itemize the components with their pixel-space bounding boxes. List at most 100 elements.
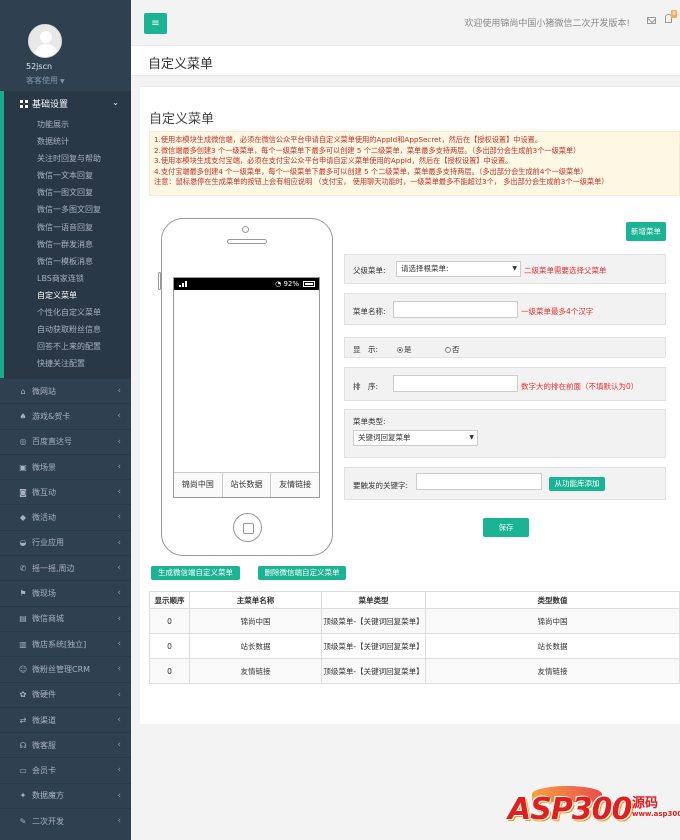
add-from-library-button[interactable]: 从功能库添加 <box>549 477 605 491</box>
sidebar-subitem[interactable]: 自定义菜单 <box>37 287 131 304</box>
display-yes-radio[interactable]: 是 <box>397 344 412 355</box>
main-area: ≡ 欢迎使用锦尚中国小猪微信二次开发版本! 8 自定义菜单 自定义菜单 1.使用… <box>131 0 680 840</box>
gamepad-icon: ♠ <box>19 411 27 421</box>
notice-line: 3.使用本模块生成支付宝端，必须在支付宝公众平台申请自定义菜单使用的AppId，… <box>154 156 513 166</box>
sidebar-subitem[interactable]: 微信一语音回复 <box>37 219 131 236</box>
order-input[interactable] <box>393 375 518 392</box>
sidebar-subitem[interactable]: 微信一图文回复 <box>37 184 131 201</box>
phone-menu-item[interactable]: 友情链接 <box>270 473 319 497</box>
display-yes-label: 是 <box>404 345 412 354</box>
avatar[interactable] <box>28 24 62 58</box>
table-header-cell: 主菜单名称 <box>189 591 322 609</box>
notice-line: 1.使用本模块生成微信端，必须在微信公众平台申请自定义菜单使用的AppId和Ap… <box>154 135 543 144</box>
sidebar-subitem[interactable]: 关注时回复与帮助 <box>37 150 131 167</box>
sidebar-subitem[interactable]: 数据统计 <box>37 133 131 150</box>
sidebar-subitem[interactable]: 功能展示 <box>37 116 131 133</box>
sidebar-item[interactable]: ☺ 微粉丝管理CRM ‹ <box>0 656 131 681</box>
chevron-left-icon: ‹ <box>117 461 121 472</box>
radio-unchecked-icon <box>445 347 451 353</box>
sidebar-item[interactable]: ✆ 摇一摇,周边 ‹ <box>0 555 131 580</box>
display-no-radio[interactable]: 否 <box>445 344 460 355</box>
sidebar-item[interactable]: ▭ 会员卡 ‹ <box>0 757 131 782</box>
phone-menu-item[interactable]: 站长数据 <box>221 473 271 497</box>
sidebar-item[interactable]: ◆ 微活动 ‹ <box>0 504 131 529</box>
sidebar-item[interactable]: ◙ 微互动 ‹ <box>0 479 131 504</box>
sidebar-subitem[interactable]: 微信一模板消息 <box>37 253 131 270</box>
menu-type-select[interactable]: 关键词回复菜单 ▼ <box>353 430 478 446</box>
table-row[interactable]: 0 锦尚中国 顶级菜单-【关键词回复菜单】 锦尚中国 <box>149 608 680 634</box>
sidebar-item[interactable]: ✦ 数据魔方 ‹ <box>0 782 131 808</box>
sidebar-subitem[interactable]: 回答不上来的配置 <box>37 338 131 355</box>
menu-toggle-button[interactable]: ≡ <box>144 13 167 34</box>
plugin-icon: ✿ <box>19 690 27 700</box>
sidebar-item[interactable]: ♠ 游戏&贺卡 ‹ <box>0 403 131 428</box>
sidebar-item[interactable]: ◎ 百度直达号 ‹ <box>0 428 131 454</box>
nav-group-head[interactable]: 基础设置 ⌄ <box>4 91 131 116</box>
sidebar-item-label: 微场景 <box>32 462 56 472</box>
menu-type-row: 菜单类型: 关键词回复菜单 ▼ <box>344 409 666 458</box>
topbar: ≡ 欢迎使用锦尚中国小猪微信二次开发版本! 8 <box>131 0 680 46</box>
menu-name-label: 菜单名称: <box>353 307 386 316</box>
generate-menu-button[interactable]: 生成微信端自定义菜单 <box>151 566 240 580</box>
caret-down-icon: ▼ <box>512 265 517 272</box>
shuffle-icon: ⇄ <box>19 715 27 725</box>
sidebar-subitem[interactable]: 微信一文本回复 <box>37 167 131 184</box>
menu-name-row: 菜单名称: 一级菜单最多4个汉字 <box>344 293 666 325</box>
sidebar-item[interactable]: ☊ 微客服 ‹ <box>0 732 131 757</box>
chevron-left-icon: ‹ <box>117 714 121 725</box>
chevron-left-icon: ‹ <box>117 436 121 447</box>
keyword-input[interactable] <box>416 473 542 490</box>
sidebar-item[interactable]: ▣ 微场景 ‹ <box>0 453 131 479</box>
mail-icon[interactable] <box>647 17 656 24</box>
chevron-left-icon: ‹ <box>117 613 121 624</box>
order-row: 排 序: 数字大的排在前面（不填默认为0） <box>344 367 666 401</box>
table-row[interactable]: 0 站长数据 顶级菜单-【关键词回复菜单】 站长数据 <box>149 633 680 659</box>
sidebar-item[interactable]: ▥ 微店系统[独立] ‹ <box>0 630 131 656</box>
chevron-left-icon: ‹ <box>117 790 121 801</box>
save-button[interactable]: 保存 <box>483 518 529 537</box>
sidebar: 52jscn 客客使用 ▼ 基础设置 ⌄ 功能展示 数据统计 关注时回复与帮助 微信一文… <box>0 0 131 840</box>
sidebar-item-label: 会员卡 <box>32 766 56 776</box>
table-row[interactable]: 0 友情链接 顶级菜单-【关键词回复菜单】 友情链接 <box>149 658 680 684</box>
sidebar-item-label: 游戏&贺卡 <box>32 411 71 421</box>
sidebar-item[interactable]: ⌂ 微网站 ‹ <box>0 378 131 403</box>
phone-statusbar: ◔ 92% <box>174 278 319 290</box>
headset-icon: ☊ <box>19 740 27 750</box>
sidebar-subitem[interactable]: 个性化自定义菜单 <box>37 304 131 321</box>
parent-menu-row: 父级菜单: 请选择根菜单: ▼ 二级菜单需要选择父菜单 <box>344 254 666 284</box>
sidebar-item[interactable]: ▤ 微信商城 ‹ <box>0 605 131 631</box>
sidebar-item[interactable]: ⇄ 微渠道 ‹ <box>0 706 131 732</box>
phone-preview: ◔ 92% 锦尚中国 站长数据 友情链接 <box>158 218 333 556</box>
sidebar-item[interactable]: ◒ 行业应用 ‹ <box>0 529 131 555</box>
notice-line: 注意：鼠标悬停在生成菜单的按钮上会有相应说明 （支付宝， 使用聊天功能时，一级菜… <box>154 177 609 187</box>
nav-group-basic-settings: 基础设置 ⌄ 功能展示 数据统计 关注时回复与帮助 微信一文本回复 微信一图文回复 微信一… <box>0 91 131 378</box>
sidebar-subitem[interactable]: LBS商家连锁 <box>37 270 131 287</box>
camera-icon: ◙ <box>19 487 27 497</box>
sidebar-item[interactable]: ⚑ 微现场 ‹ <box>0 580 131 605</box>
profile-role-dropdown[interactable]: 客客使用 ▼ <box>26 75 65 86</box>
sidebar-item-label: 微活动 <box>32 513 56 523</box>
phone-icon: ✆ <box>19 563 27 573</box>
phone-menu-item[interactable]: 锦尚中国 <box>174 473 222 497</box>
new-menu-button[interactable]: 新增菜单 <box>626 222 666 241</box>
sidebar-subitem[interactable]: 微信一群发消息 <box>37 236 131 253</box>
card-icon: ▭ <box>19 766 27 776</box>
table-cell: 友情链接 <box>189 658 322 684</box>
table-cell: 顶级菜单-【关键词回复菜单】 <box>321 658 426 684</box>
menu-name-input[interactable] <box>393 301 518 318</box>
sidebar-subitem[interactable]: 快捷关注配置 <box>37 355 131 372</box>
chevron-left-icon: ‹ <box>117 689 121 700</box>
sidebar-subitem[interactable]: 自动获取粉丝信息 <box>37 321 131 338</box>
sidebar-item-label: 微店系统[独立] <box>32 639 87 649</box>
delete-menu-button[interactable]: 删除微信端自定义菜单 <box>258 566 346 580</box>
parent-menu-select[interactable]: 请选择根菜单: ▼ <box>396 261 521 277</box>
notice-box: 1.使用本模块生成微信端，必须在微信公众平台申请自定义菜单使用的AppId和Ap… <box>149 131 680 196</box>
sidebar-item[interactable]: ✎ 二次开发 ‹ <box>0 808 131 833</box>
sidebar-item[interactable]: ✿ 微硬件 ‹ <box>0 681 131 707</box>
sidebar-subitem[interactable]: 微信一多图文回复 <box>37 201 131 218</box>
notification-badge: 8 <box>671 10 677 18</box>
watermark-side: 源码 <box>632 796 659 811</box>
watermark-main: ASP300 <box>508 792 632 827</box>
notice-line: 2.微信端最多创建3 个一级菜单，每个一级菜单下最多可以创建 5 个二级菜单，菜… <box>154 145 581 155</box>
content-panel: 自定义菜单 1.使用本模块生成微信端，必须在微信公众平台申请自定义菜单使用的Ap… <box>140 86 680 724</box>
